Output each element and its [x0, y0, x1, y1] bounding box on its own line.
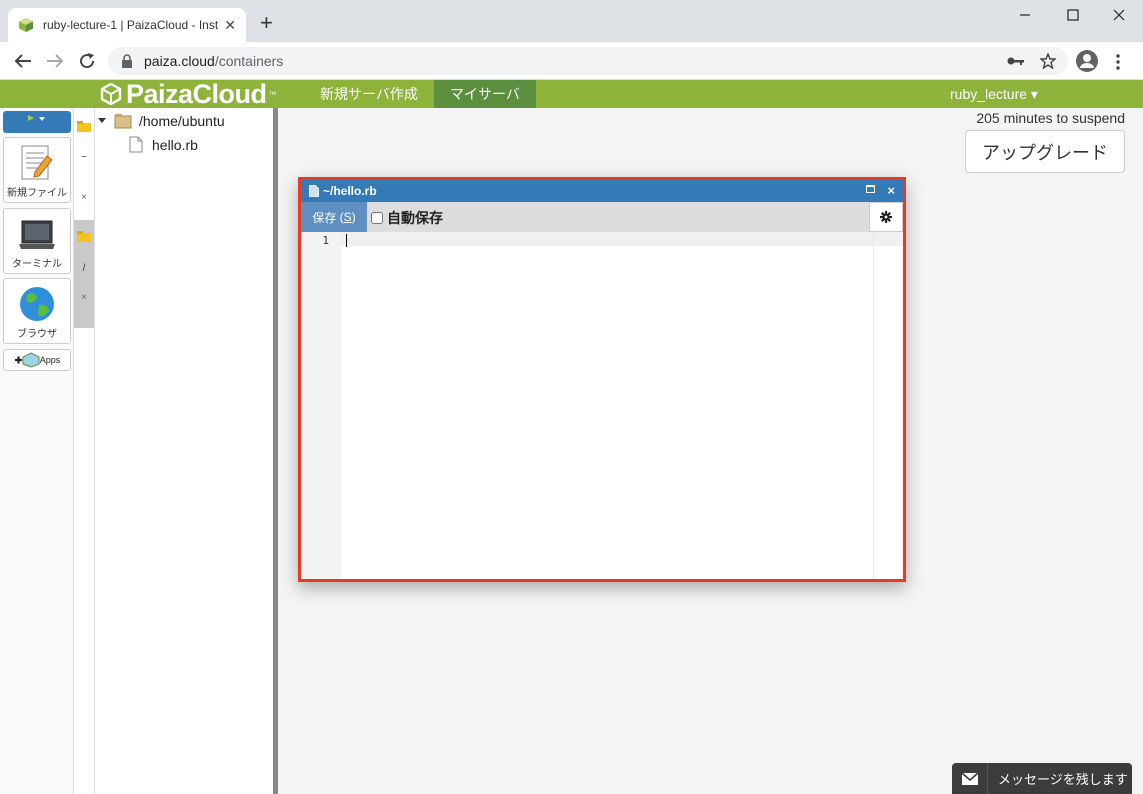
file-tree: /home/ubuntu hello.rb — [95, 108, 273, 794]
new-file-app[interactable]: 新規ファイル — [3, 137, 71, 203]
envelope-icon-box — [952, 763, 988, 794]
tab-close-icon[interactable]: ✕ — [224, 17, 236, 34]
new-tab-button[interactable]: + — [260, 12, 273, 34]
home-tab-close-icon[interactable]: × — [74, 192, 94, 203]
editor-file-icon — [309, 185, 319, 197]
editor-toolbar: 保存 (S) 自動保存 — [301, 202, 903, 232]
vertical-tab-column: ~ × / × — [74, 108, 95, 794]
upgrade-button[interactable]: アップグレード — [965, 130, 1125, 173]
profile-icon — [1080, 54, 1094, 68]
editor-maximize-icon[interactable] — [866, 185, 875, 193]
app-dock: 新規ファイル ターミナル ブラウザ Apps — [0, 108, 74, 794]
file-icon — [129, 136, 143, 153]
root-tab[interactable]: / × — [74, 220, 94, 328]
forward-arrow-icon[interactable] — [46, 53, 64, 69]
add-apps-button[interactable]: Apps — [3, 349, 71, 371]
print-margin — [873, 232, 874, 579]
minimize-icon[interactable] — [1019, 9, 1031, 21]
paiza-favicon-icon — [19, 18, 33, 32]
root-tab-label: / — [82, 263, 86, 274]
terminal-app[interactable]: ターミナル — [3, 208, 71, 274]
nav-new-server[interactable]: 新規サーバ作成 — [304, 80, 434, 108]
more-menu-icon[interactable] — [1116, 54, 1120, 70]
app-header: PaizaCloud ™ 新規サーバ作成 マイサーバ ruby_lecture ▾ — [0, 79, 1143, 109]
gear-icon — [880, 211, 892, 223]
folder-tab-icon-2 — [77, 231, 91, 242]
paiza-logo[interactable]: PaizaCloud ™ — [100, 79, 277, 109]
new-file-icon — [21, 145, 53, 180]
lock-icon — [122, 54, 132, 68]
url-text: paiza.cloud/containers — [144, 53, 284, 69]
new-file-label: 新規ファイル — [7, 188, 67, 199]
dock-menu-button[interactable] — [3, 111, 71, 133]
browser-tab[interactable]: ruby-lecture-1 | PaizaCloud - Inst ✕ — [8, 8, 246, 42]
browser-toolbar: paiza.cloud/containers — [0, 42, 1143, 80]
paiza-cube-icon — [100, 83, 122, 105]
back-arrow-icon[interactable] — [14, 53, 32, 69]
maximize-icon[interactable] — [1067, 9, 1079, 21]
envelope-icon — [961, 772, 978, 785]
browser-app[interactable]: ブラウザ — [3, 278, 71, 344]
dock-logo-dropdown-icon — [28, 115, 45, 121]
folder-icon — [114, 114, 132, 129]
autosave-toggle[interactable]: 自動保存 — [371, 208, 443, 228]
active-line-highlight[interactable] — [341, 232, 903, 246]
add-apps-icon — [14, 352, 40, 368]
address-bar[interactable]: paiza.cloud/containers — [108, 47, 1068, 75]
expand-triangle-icon[interactable] — [97, 116, 107, 126]
browser-label: ブラウザ — [17, 329, 57, 340]
bookmark-star-icon[interactable] — [1040, 53, 1056, 69]
editor-window: ~/hello.rb × 保存 (S) 自動保存 1 — [298, 177, 906, 582]
save-button[interactable]: 保存 (S) — [301, 202, 367, 232]
text-cursor — [346, 234, 347, 247]
key-icon[interactable] — [1007, 55, 1025, 67]
browser-globe-icon — [20, 287, 54, 321]
tree-file-hello[interactable]: hello.rb — [129, 136, 198, 153]
autosave-checkbox[interactable] — [371, 212, 383, 224]
user-menu[interactable]: ruby_lecture ▾ — [950, 80, 1038, 108]
reload-icon[interactable] — [78, 52, 96, 70]
message-widget[interactable]: メッセージを残します — [952, 763, 1132, 794]
terminal-label: ターミナル — [12, 259, 62, 270]
nav-my-server[interactable]: マイサーバ — [434, 80, 536, 108]
editor-titlebar[interactable]: ~/hello.rb × — [301, 180, 903, 202]
terminal-icon — [19, 220, 55, 249]
tab-title: ruby-lecture-1 | PaizaCloud - Inst — [43, 18, 219, 32]
editor-settings-button[interactable] — [869, 202, 903, 232]
line-gutter: 1 — [301, 232, 341, 579]
profile-avatar[interactable] — [1076, 50, 1098, 72]
home-tab-label[interactable]: ~ — [74, 152, 94, 163]
suspend-timer: 205 minutes to suspend — [976, 110, 1125, 126]
editor-close-icon[interactable]: × — [887, 183, 895, 198]
message-label: メッセージを残します — [998, 772, 1128, 787]
window-close-icon[interactable] — [1113, 9, 1125, 21]
tree-root-folder[interactable]: /home/ubuntu — [97, 112, 225, 130]
editor-title: ~/hello.rb — [323, 184, 377, 198]
line-number: 1 — [322, 234, 329, 247]
folder-tab-icon[interactable] — [77, 120, 97, 132]
root-tab-close-icon[interactable]: × — [74, 292, 94, 303]
browser-tabstrip: ruby-lecture-1 | PaizaCloud - Inst ✕ + — [0, 0, 1143, 42]
